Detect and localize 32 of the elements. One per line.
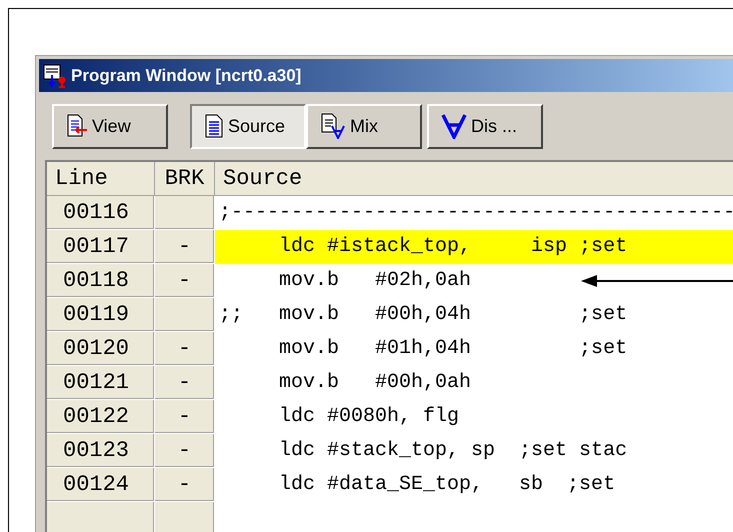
forall-icon bbox=[441, 113, 467, 139]
line-number: 00124 bbox=[47, 468, 155, 502]
line-number: 00117 bbox=[47, 230, 155, 264]
line-number: 00118 bbox=[47, 264, 155, 298]
document-icon bbox=[204, 114, 224, 138]
toolbar-button[interactable]: View bbox=[52, 104, 168, 148]
line-number: 00121 bbox=[47, 366, 155, 400]
document-forall-icon bbox=[320, 113, 346, 139]
breakpoint-cell[interactable]: - bbox=[155, 468, 215, 502]
line-number: 00123 bbox=[47, 434, 155, 468]
program-window-icon bbox=[43, 62, 67, 88]
breakpoint-cell[interactable]: - bbox=[155, 230, 215, 264]
line-number: 00119 bbox=[47, 298, 155, 332]
toolbar-button[interactable]: Mix bbox=[306, 104, 422, 148]
breakpoint-cell[interactable] bbox=[155, 502, 215, 532]
column-header[interactable]: BRK bbox=[155, 162, 215, 196]
breakpoint-cell[interactable]: - bbox=[155, 434, 215, 468]
column-header[interactable]: Line bbox=[47, 162, 155, 196]
column-header[interactable]: Source bbox=[215, 162, 733, 196]
line-number: 00122 bbox=[47, 400, 155, 434]
breakpoint-cell[interactable]: - bbox=[155, 400, 215, 434]
breakpoint-cell[interactable]: - bbox=[155, 366, 215, 400]
line-number: 00116 bbox=[47, 196, 155, 230]
line-number: 00120 bbox=[47, 332, 155, 366]
toolbar-button[interactable]: Source bbox=[190, 104, 306, 148]
document-arrow-icon bbox=[66, 114, 88, 138]
breakpoint-cell[interactable]: - bbox=[155, 264, 215, 298]
breakpoint-cell[interactable] bbox=[155, 196, 215, 230]
window-title: Program Window [ncrt0.a30] bbox=[71, 64, 302, 87]
breakpoint-cell[interactable] bbox=[155, 298, 215, 332]
toolbar-button[interactable]: Dis ... bbox=[427, 104, 543, 148]
breakpoint-cell[interactable]: - bbox=[155, 332, 215, 366]
